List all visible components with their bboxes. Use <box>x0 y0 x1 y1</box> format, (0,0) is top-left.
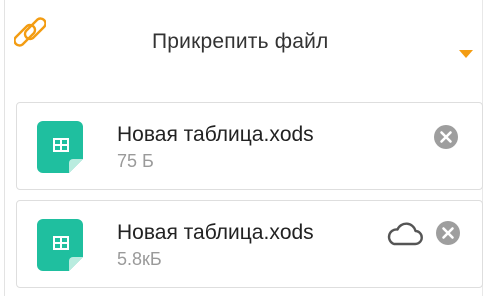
file-size: 75 Б <box>117 151 154 171</box>
panel-left-border <box>4 0 5 296</box>
file-name: Новая таблица.xods <box>117 123 314 146</box>
attachment-panel: Прикрепить файл Новая таблица.xods 75 Б <box>0 0 484 296</box>
file-name: Новая таблица.xods <box>117 221 314 244</box>
cloud-icon[interactable] <box>384 219 424 249</box>
attach-file-label[interactable]: Прикрепить файл <box>152 30 329 54</box>
file-item: Новая таблица.xods 75 Б <box>16 102 483 190</box>
spreadsheet-file-icon <box>37 219 83 271</box>
file-size: 5.8кБ <box>117 249 162 269</box>
paperclip-icon[interactable] <box>14 16 46 48</box>
caret-down-icon[interactable] <box>459 50 473 58</box>
remove-icon[interactable] <box>433 124 459 150</box>
file-item: Новая таблица.xods 5.8кБ <box>16 200 483 288</box>
remove-icon[interactable] <box>435 220 461 246</box>
spreadsheet-file-icon <box>37 121 83 173</box>
